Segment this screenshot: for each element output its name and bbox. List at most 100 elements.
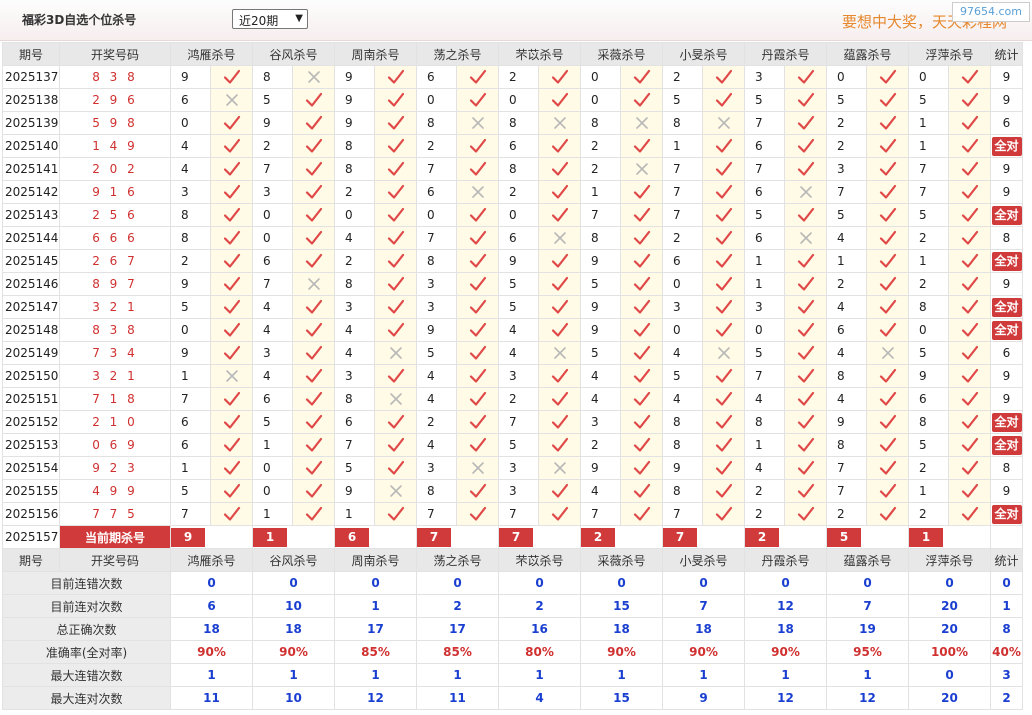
kill-number: 6	[416, 180, 457, 204]
summary-value: 2	[416, 594, 499, 618]
kill-number: 4	[498, 341, 539, 365]
check-icon	[620, 456, 663, 480]
draw-number: 7 1 8	[59, 387, 171, 411]
summary-value: 90%	[580, 640, 663, 664]
check-icon	[948, 295, 991, 319]
kill-number: 9	[416, 318, 457, 342]
kill-number: 7	[252, 272, 293, 296]
kill-number: 2	[498, 387, 539, 411]
summary-value: 1	[334, 663, 417, 687]
summary-value: 90%	[170, 640, 253, 664]
kill-number: 6	[170, 433, 211, 457]
check-icon	[292, 226, 335, 250]
stat-cell: 6	[990, 111, 1023, 135]
cross-icon	[702, 111, 745, 135]
kill-number: 3	[170, 180, 211, 204]
kill-number: 7	[744, 364, 785, 388]
table-row: 2025137 8 3 898962023009	[2, 65, 1023, 89]
check-icon	[948, 157, 991, 181]
check-icon	[292, 295, 335, 319]
table-row: 2025153 0 6 9 6 1 7 4 5 2 8 1 8 5 全对	[2, 433, 1023, 457]
kill-number: 2	[252, 134, 293, 158]
check-icon	[948, 226, 991, 250]
check-icon	[784, 134, 827, 158]
check-icon	[702, 479, 745, 503]
check-icon	[948, 318, 991, 342]
summary-value: 0	[908, 663, 991, 687]
chevron-down-icon: ▼	[295, 13, 303, 24]
kill-number: 2	[170, 249, 211, 273]
col-header-stat: 统计	[990, 42, 1023, 66]
kill-number: 3	[498, 456, 539, 480]
check-icon	[702, 88, 745, 112]
check-icon	[866, 364, 909, 388]
kill-number: 3	[252, 180, 293, 204]
check-icon	[210, 341, 253, 365]
summary-value: 0	[826, 571, 909, 595]
check-icon	[456, 203, 499, 227]
issue-number: 2025139	[2, 111, 60, 135]
summary-value: 0	[252, 571, 335, 595]
kill-number: 8	[580, 111, 621, 135]
check-icon	[948, 364, 991, 388]
check-icon	[292, 134, 335, 158]
col-header-expert: 周南杀号	[334, 548, 417, 572]
kill-number: 4	[334, 318, 375, 342]
summary-value: 85%	[334, 640, 417, 664]
kill-number: 5	[908, 341, 949, 365]
kill-number: 0	[416, 203, 457, 227]
current-kill-cell: 6	[334, 525, 417, 549]
check-icon	[292, 341, 335, 365]
check-icon	[210, 249, 253, 273]
kill-number: 1	[170, 456, 211, 480]
check-icon	[784, 364, 827, 388]
kill-number: 4	[498, 318, 539, 342]
kill-number: 8	[662, 111, 703, 135]
issue-number: 2025153	[2, 433, 60, 457]
check-icon	[538, 410, 581, 434]
table-row: 2025142 9 1 633262176779	[2, 180, 1023, 204]
check-icon	[210, 65, 253, 89]
check-icon	[948, 111, 991, 135]
check-icon	[292, 203, 335, 227]
table-row: 2025143 2 5 6 8 0 0 0 0 7 7 5 5 5 全对	[2, 203, 1023, 227]
kill-number: 5	[744, 203, 785, 227]
issue-number: 2025152	[2, 410, 60, 434]
kill-number: 8	[662, 410, 703, 434]
check-icon	[374, 88, 417, 112]
kill-number: 5	[498, 433, 539, 457]
draw-number: 1 4 9	[59, 134, 171, 158]
summary-label: 最大连错次数	[2, 663, 171, 687]
check-icon	[210, 134, 253, 158]
summary-value: 9	[662, 686, 745, 710]
check-icon	[292, 180, 335, 204]
stat-cell: 8	[990, 226, 1023, 250]
draw-number: 4 9 9	[59, 479, 171, 503]
summary-value: 100%	[908, 640, 991, 664]
kill-number: 4	[252, 295, 293, 319]
check-icon	[374, 249, 417, 273]
period-select[interactable]: 近20期 ▼	[232, 9, 308, 29]
current-kill-number: 1	[253, 527, 287, 547]
kill-number: 5	[580, 341, 621, 365]
current-kill-number: 7	[499, 527, 533, 547]
check-icon	[784, 111, 827, 135]
check-icon	[702, 295, 745, 319]
check-icon	[866, 479, 909, 503]
check-icon	[784, 203, 827, 227]
kill-number: 2	[334, 180, 375, 204]
check-icon	[948, 479, 991, 503]
summary-value: 0	[580, 571, 663, 595]
all-correct-badge: 全对	[991, 412, 1022, 432]
summary-stat-value: 0	[990, 571, 1023, 595]
issue-number: 2025137	[2, 65, 60, 89]
kill-number: 3	[416, 456, 457, 480]
check-icon	[292, 364, 335, 388]
kill-number: 6	[744, 134, 785, 158]
summary-row: 最大连对次数 11 10 12 11 4 15 9 12 12 20 2	[2, 686, 1023, 710]
check-icon	[292, 88, 335, 112]
summary-value: 85%	[416, 640, 499, 664]
issue-number: 2025144	[2, 226, 60, 250]
kill-number: 5	[170, 295, 211, 319]
kill-number: 7	[826, 456, 867, 480]
